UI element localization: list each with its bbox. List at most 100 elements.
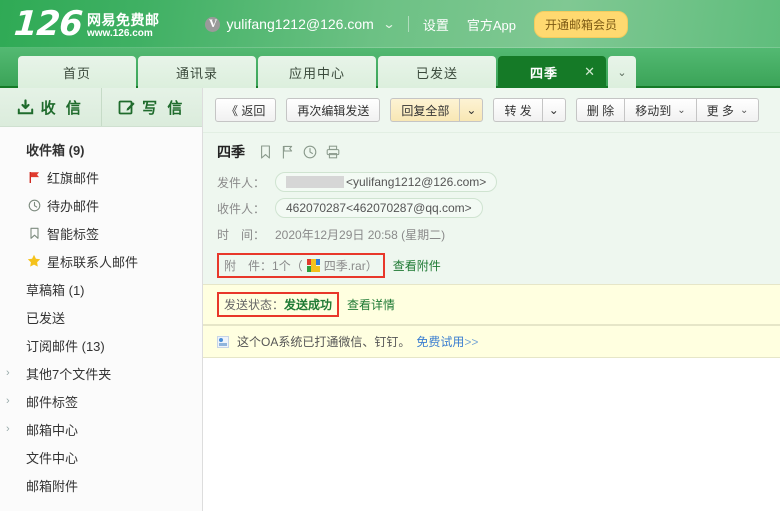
compose-mail-button[interactable]: 写 信: [100, 88, 203, 126]
official-app-link[interactable]: 官方App: [467, 15, 516, 34]
attachment-filename[interactable]: 四季.rar: [324, 257, 366, 274]
delete-move-more-group: 删 除 移动到 ⌄ 更 多 ⌄: [575, 98, 760, 122]
subject-action-icons: [259, 145, 340, 159]
view-detail-link[interactable]: 查看详情: [347, 296, 395, 313]
move-to-label: 移动到: [635, 103, 672, 118]
sidebar-item-drafts[interactable]: 草稿箱 (1): [0, 275, 202, 303]
main-content: 《 返回 再次编辑发送 回复全部 ⌄ 转 发 ⌄ 删 除 移动到 ⌄ 更 多 ⌄: [203, 88, 780, 511]
ad-badge-icon: [217, 335, 229, 348]
tab-contacts[interactable]: 通讯录: [138, 56, 256, 88]
back-button[interactable]: 《 返回: [215, 98, 277, 122]
chevron-down-icon[interactable]: ⌄: [382, 17, 395, 31]
reply-all-button[interactable]: 回复全部: [390, 98, 460, 122]
rar-file-icon: [306, 259, 320, 272]
tab-label: 已发送: [415, 65, 458, 81]
folder-label: 文件中心: [26, 450, 79, 466]
tab-list-dropdown[interactable]: ⌄: [608, 56, 636, 88]
folder-label: 邮箱中心: [26, 422, 79, 438]
time-label: 时 间：: [217, 227, 266, 242]
brand-logo[interactable]: 126 网易免费邮 www.126.com: [13, 4, 160, 44]
sidebar-item-inbox[interactable]: 收件箱 (9): [0, 135, 202, 163]
chevron-right-icon[interactable]: ›: [6, 367, 10, 379]
printer-icon[interactable]: [326, 145, 340, 159]
from-address-pill[interactable]: <yulifang1212@126.com>: [275, 172, 498, 192]
to-label: 收件人：: [217, 201, 266, 216]
attachment-count: 1个（: [272, 259, 303, 273]
from-row: 发件人： <yulifang1212@126.com>: [217, 169, 780, 195]
to-address-value: 462070287<462070287@qq.com>: [286, 201, 472, 215]
settings-link[interactable]: 设置: [423, 15, 449, 34]
time-row: 时 间： 2020年12月29日 20:58 (星期二): [217, 221, 780, 247]
move-to-button[interactable]: 移动到 ⌄: [624, 98, 696, 122]
receive-mail-button[interactable]: 收 信: [0, 88, 101, 126]
chevron-right-icon[interactable]: ›: [6, 423, 10, 435]
folder-label: 星标联系人邮件: [47, 254, 139, 270]
chevron-down-icon: ⌄: [677, 104, 686, 116]
tab-label: 四季: [529, 65, 558, 81]
free-trial-link-arrows[interactable]: >>: [464, 335, 478, 349]
reedit-send-button[interactable]: 再次编辑发送: [286, 98, 381, 122]
forward-dropdown[interactable]: ⌄: [541, 98, 566, 122]
tab-label: 首页: [62, 65, 91, 81]
tab-siji-active[interactable]: 四季 ✕: [498, 56, 606, 88]
close-icon[interactable]: ✕: [584, 64, 596, 80]
folder-list: 收件箱 (9) 红旗邮件 待办邮件 智能标签 星标联系人邮件 草稿箱 (1) 已…: [0, 127, 202, 511]
red-flag-icon: [26, 171, 42, 184]
view-attachment-link[interactable]: 查看附件: [393, 257, 441, 274]
advertisement-row: 这个OA系统已打通微信、钉钉。 免费试用 >>: [203, 325, 780, 358]
tab-home[interactable]: 首页: [18, 56, 136, 88]
send-status-annotation-box: 发送状态： 发送成功: [217, 292, 340, 317]
subject-row: 四季: [217, 141, 780, 163]
time-value: 2020年12月29日 20:58 (星期二): [275, 227, 446, 242]
star-icon: [26, 254, 42, 268]
sidebar-item-subscriptions[interactable]: 订阅邮件 (13): [0, 331, 202, 359]
folder-label: 红旗邮件: [47, 170, 100, 186]
bookmark-icon[interactable]: [259, 145, 272, 159]
sidebar-item-file-center[interactable]: 文件中心: [0, 443, 202, 471]
clock-icon[interactable]: [303, 145, 317, 159]
forward-group: 转 发 ⌄: [493, 98, 566, 122]
flag-icon[interactable]: [281, 145, 294, 159]
to-address-pill[interactable]: 462070287<462070287@qq.com>: [275, 198, 483, 218]
attachment-label: 附 件：: [224, 259, 273, 273]
header-divider: [407, 16, 409, 32]
forward-button[interactable]: 转 发: [493, 98, 542, 122]
user-email-label: yulifang1212@126.com: [226, 16, 374, 32]
tab-app-center[interactable]: 应用中心: [258, 56, 376, 88]
reply-all-group: 回复全部 ⌄: [390, 98, 484, 122]
more-label: 更 多: [706, 103, 734, 118]
sidebar-item-starred-contacts[interactable]: 星标联系人邮件: [0, 247, 202, 275]
chevron-right-icon[interactable]: ›: [6, 395, 10, 407]
sidebar-item-other-folders[interactable]: › 其他7个文件夹: [0, 359, 202, 387]
vip-upgrade-button[interactable]: 开通邮箱会员: [534, 10, 629, 38]
compose-pencil-icon: [118, 99, 135, 116]
folder-label: 收件箱 (9): [26, 142, 85, 158]
folder-label: 邮箱附件: [26, 478, 79, 494]
tab-sent[interactable]: 已发送: [378, 56, 496, 88]
tab-bar: 首页 通讯录 应用中心 已发送 四季 ✕ ⌄: [0, 48, 780, 88]
more-button[interactable]: 更 多 ⌄: [695, 98, 760, 122]
attachment-close-paren: ）: [365, 259, 378, 273]
free-trial-link[interactable]: 免费试用: [416, 333, 464, 350]
delete-button[interactable]: 删 除: [575, 98, 625, 122]
page-body: 收 信 写 信 收件箱 (9) 红旗邮件 待办邮件 智能标签 星标联系人邮件 草…: [0, 88, 780, 511]
folder-label: 智能标签: [47, 226, 100, 242]
folder-label: 其他7个文件夹: [26, 366, 112, 382]
sidebar-item-mail-attachments[interactable]: 邮箱附件: [0, 471, 202, 499]
mail-subject: 四季: [217, 144, 245, 160]
folder-label: 待办邮件: [47, 198, 100, 214]
compose-mail-label: 写 信: [142, 99, 186, 117]
sidebar-item-flagged[interactable]: 红旗邮件: [0, 163, 202, 191]
inbox-download-icon: [17, 98, 34, 116]
sidebar-item-mail-tags[interactable]: › 邮件标签: [0, 387, 202, 415]
sidebar-item-sent[interactable]: 已发送: [0, 303, 202, 331]
sidebar-item-smart-tag[interactable]: 智能标签: [0, 219, 202, 247]
to-row: 收件人： 462070287<462070287@qq.com>: [217, 195, 780, 221]
reply-all-dropdown[interactable]: ⌄: [459, 98, 484, 122]
user-account-menu[interactable]: V yulifang1212@126.com ⌄: [205, 16, 395, 32]
sidebar-item-mailbox-center[interactable]: › 邮箱中心: [0, 415, 202, 443]
bookmark-icon: [26, 227, 42, 240]
logo-chinese-name: 网易免费邮: [86, 11, 160, 28]
sidebar-item-todo[interactable]: 待办邮件: [0, 191, 202, 219]
mail-toolbar: 《 返回 再次编辑发送 回复全部 ⌄ 转 发 ⌄ 删 除 移动到 ⌄ 更 多 ⌄: [203, 88, 780, 132]
